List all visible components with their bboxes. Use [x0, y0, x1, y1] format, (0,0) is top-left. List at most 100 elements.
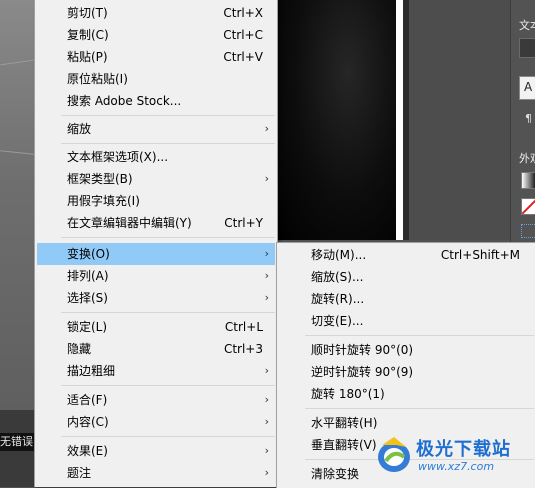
menu-item-label: 清除变换 — [311, 467, 360, 481]
site-watermark: 极光下载站 www.xz7.com — [372, 433, 532, 483]
menu-item-captions[interactable]: 题注 › — [37, 462, 275, 484]
menu-item-label: 缩放(S)... — [311, 270, 364, 284]
submenu-item-rotate-90-ccw[interactable]: 逆时针旋转 90°(9) — [279, 361, 534, 383]
menu-item-label: 垂直翻转(V) — [311, 438, 377, 452]
chevron-right-icon: › — [264, 247, 269, 260]
menu-item-frame-type[interactable]: 框架类型(B) › — [37, 168, 275, 190]
menu-item-label: 在文章编辑器中编辑(Y) — [67, 216, 192, 230]
menu-item-shortcut: Ctrl+C — [223, 28, 263, 42]
menu-separator — [305, 335, 534, 336]
fill-gradient-swatch[interactable] — [521, 172, 535, 189]
menu-item-shortcut: Ctrl+V — [223, 50, 263, 64]
frame-selection-icon[interactable] — [521, 224, 535, 238]
menu-item-shortcut: Ctrl+X — [223, 6, 263, 20]
menu-item-effects[interactable]: 效果(E) › — [37, 440, 275, 462]
menu-item-cut[interactable]: 剪切(T) Ctrl+X — [37, 2, 275, 24]
menu-separator — [61, 436, 275, 437]
menu-item-hide[interactable]: 隐藏 Ctrl+3 — [37, 338, 275, 360]
menu-item-label: 排列(A) — [67, 269, 109, 283]
menu-item-label: 适合(F) — [67, 393, 108, 407]
submenu-item-rotate-90-cw[interactable]: 顺时针旋转 90°(0) — [279, 339, 534, 361]
menu-item-label: 变换(O) — [67, 247, 110, 261]
status-bar-preflight[interactable]: 无错误 — [0, 433, 34, 451]
chevron-right-icon: › — [264, 122, 269, 135]
menu-item-label: 用假字填充(I) — [67, 194, 140, 208]
chevron-right-icon: › — [264, 172, 269, 185]
menu-item-label: 题注 — [67, 466, 92, 480]
menu-item-label: 剪切(T) — [67, 6, 108, 20]
menu-item-paste[interactable]: 粘贴(P) Ctrl+V — [37, 46, 275, 68]
submenu-item-rotate-180[interactable]: 旋转 180°(1) — [279, 383, 534, 405]
chevron-right-icon: › — [264, 415, 269, 428]
dark-image-frame[interactable] — [276, 0, 396, 240]
panel-input-box[interactable] — [519, 38, 535, 58]
menu-item-label: 缩放 — [67, 122, 92, 136]
menu-item-label: 锁定(L) — [67, 320, 108, 334]
canvas-path-line — [0, 59, 34, 66]
submenu-item-rotate[interactable]: 旋转(R)... — [279, 288, 534, 310]
menu-separator — [61, 385, 275, 386]
menu-item-fill-placeholder-text[interactable]: 用假字填充(I) — [37, 190, 275, 212]
menu-item-edit-in-story-editor[interactable]: 在文章编辑器中编辑(Y) Ctrl+Y — [37, 212, 275, 234]
menu-item-zoom[interactable]: 缩放 › — [37, 118, 275, 140]
menu-item-label: 效果(E) — [67, 444, 108, 458]
chevron-right-icon: › — [264, 269, 269, 282]
stroke-none-swatch[interactable] — [521, 198, 535, 215]
panel-section-text-title: 文本 — [519, 19, 535, 32]
menu-item-label: 逆时针旋转 90°(9) — [311, 365, 414, 379]
menu-item-content[interactable]: 内容(C) › — [37, 411, 275, 433]
menu-item-copy[interactable]: 复制(C) Ctrl+C — [37, 24, 275, 46]
aurora-logo-icon — [378, 437, 410, 472]
menu-item-arrange[interactable]: 排列(A) › — [37, 265, 275, 287]
menu-separator — [61, 143, 275, 144]
chevron-right-icon: › — [264, 466, 269, 479]
chevron-right-icon: › — [264, 364, 269, 377]
menu-item-search-adobe-stock[interactable]: 搜索 Adobe Stock... — [37, 90, 275, 112]
menu-item-shortcut: Ctrl+Shift+M — [440, 248, 520, 262]
submenu-item-shear[interactable]: 切变(E)... — [279, 310, 534, 332]
menu-item-fitting[interactable]: 适合(F) › — [37, 389, 275, 411]
canvas-path-line — [0, 150, 34, 155]
chevron-right-icon: › — [264, 291, 269, 304]
menu-item-label: 框架类型(B) — [67, 172, 133, 186]
font-field-value: A — [524, 80, 533, 94]
pilcrow-icon[interactable]: ¶ — [525, 112, 532, 125]
menu-item-select[interactable]: 选择(S) › — [37, 287, 275, 309]
menu-item-label: 原位粘贴(I) — [67, 72, 128, 86]
menu-item-shortcut: Ctrl+Y — [224, 216, 263, 230]
menu-item-label: 复制(C) — [67, 28, 109, 42]
submenu-item-flip-horizontal[interactable]: 水平翻转(H) — [279, 412, 534, 434]
none-slash-icon — [522, 199, 535, 214]
menu-item-label: 粘贴(P) — [67, 50, 108, 64]
menu-separator — [61, 237, 275, 238]
menu-separator — [61, 312, 275, 313]
menu-item-transform[interactable]: 变换(O) › — [37, 243, 275, 265]
menu-item-text-frame-options[interactable]: 文本框架选项(X)... — [37, 146, 275, 168]
menu-item-shortcut: Ctrl+3 — [223, 342, 263, 356]
menu-separator — [61, 115, 275, 116]
menu-item-label: 旋转(R)... — [311, 292, 365, 306]
chevron-right-icon: › — [264, 393, 269, 406]
menu-item-label: 内容(C) — [67, 415, 109, 429]
menu-item-stroke-weight[interactable]: 描边粗细 › — [37, 360, 275, 382]
watermark-url: www.xz7.com — [418, 460, 495, 473]
menu-item-label: 顺时针旋转 90°(0) — [311, 343, 414, 357]
menu-item-label: 切变(E)... — [311, 314, 364, 328]
chevron-right-icon: › — [264, 444, 269, 457]
menu-item-label: 搜索 Adobe Stock... — [67, 94, 182, 108]
pasteboard-area — [409, 0, 510, 240]
canvas-left-area — [0, 0, 34, 410]
menu-separator — [305, 408, 534, 409]
submenu-item-move[interactable]: 移动(M)... Ctrl+Shift+M — [279, 244, 534, 266]
menu-item-lock[interactable]: 锁定(L) Ctrl+L — [37, 316, 275, 338]
menu-item-label: 描边粗细 — [67, 364, 116, 378]
submenu-item-scale[interactable]: 缩放(S)... — [279, 266, 534, 288]
font-family-field[interactable]: A — [519, 76, 535, 100]
menu-item-label: 水平翻转(H) — [311, 416, 378, 430]
menu-item-paste-in-place[interactable]: 原位粘贴(I) — [37, 68, 275, 90]
panel-section-appearance-title: 外观 — [519, 152, 535, 165]
menu-item-shortcut: Ctrl+L — [224, 320, 263, 334]
menu-item-label: 隐藏 — [67, 342, 92, 356]
watermark-title: 极光下载站 — [416, 439, 511, 460]
menu-item-label: 旋转 180°(1) — [311, 387, 385, 401]
